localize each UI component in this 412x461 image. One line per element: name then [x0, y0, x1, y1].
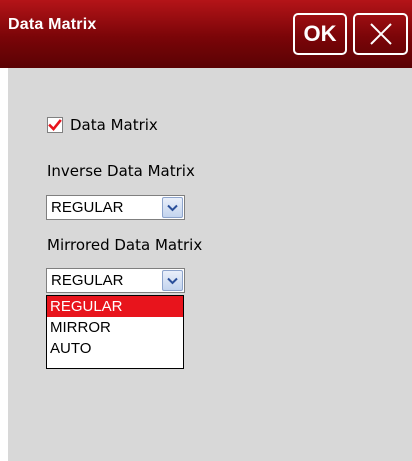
chevron-down-icon[interactable] [162, 270, 183, 291]
mirrored-data-matrix-value: REGULAR [51, 272, 124, 289]
inverse-data-matrix-value: REGULAR [51, 199, 124, 216]
close-button[interactable] [353, 13, 408, 55]
dropdown-option-mirror[interactable]: MIRROR [47, 317, 183, 338]
mirrored-data-matrix-label: Mirrored Data Matrix [47, 236, 203, 254]
dialog-window: Data Matrix OK Data Matrix Inverse Data … [0, 0, 412, 461]
title-bar: Data Matrix OK [0, 0, 412, 68]
chevron-down-icon[interactable] [162, 197, 183, 218]
data-matrix-checkbox-row[interactable]: Data Matrix [47, 116, 158, 134]
dropdown-option-auto[interactable]: AUTO [47, 338, 183, 359]
checkmark-icon [48, 119, 62, 131]
data-matrix-checkbox[interactable] [47, 117, 63, 133]
mirrored-dropdown-list: REGULAR MIRROR AUTO [46, 295, 184, 369]
dropdown-option-regular[interactable]: REGULAR [47, 296, 183, 317]
close-icon [369, 23, 392, 45]
inverse-data-matrix-select[interactable]: REGULAR [46, 195, 185, 220]
window-title: Data Matrix [8, 16, 97, 33]
inverse-data-matrix-label: Inverse Data Matrix [47, 162, 195, 180]
ok-button[interactable]: OK [293, 13, 347, 55]
mirrored-data-matrix-select[interactable]: REGULAR [46, 268, 185, 293]
data-matrix-checkbox-label: Data Matrix [70, 116, 158, 134]
